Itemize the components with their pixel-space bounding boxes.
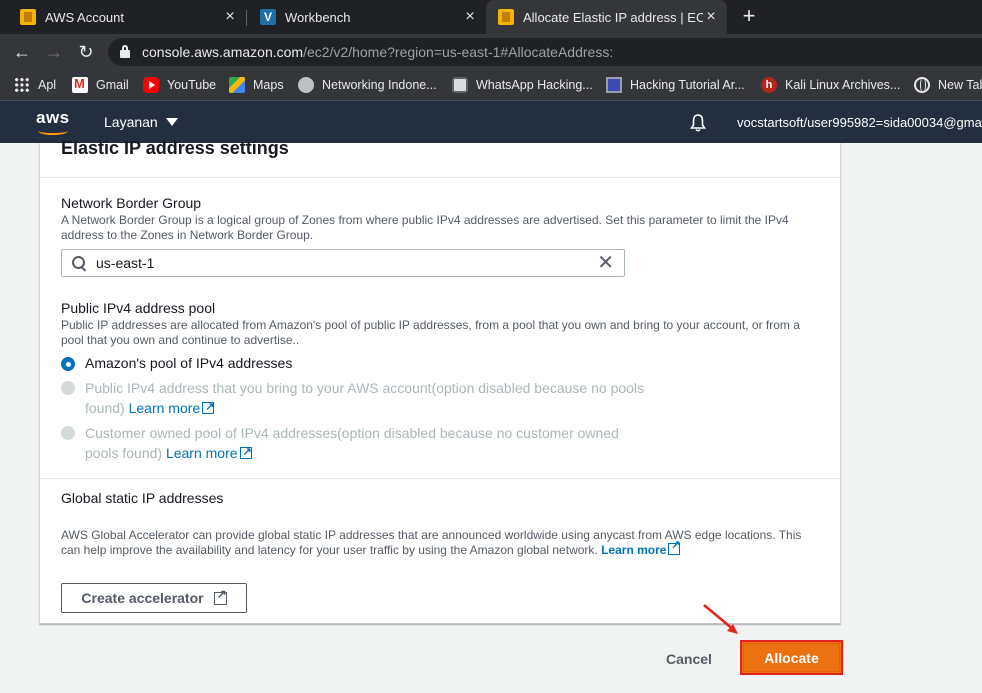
caret-down-icon [165,118,178,126]
learn-more-link[interactable]: Learn more [601,538,681,557]
learn-more-link[interactable]: Learn more [166,442,252,462]
create-accelerator-label: Create accelerator [81,590,204,606]
bookmark-label: Gmail [96,78,129,92]
ipv4-pool-label: Public IPv4 address pool [61,300,216,316]
tab-aws-account[interactable]: AWS Account × [0,0,246,34]
bookmark-apps[interactable]: Apl [14,77,56,93]
ipv4-pool-description: Public IP addresses are allocated from A… [61,318,800,347]
tab-allocate-elastic-ip[interactable]: Allocate Elastic IP address | EC2 M × [486,0,727,34]
elastic-ip-settings-panel: Elastic IP address settings Network Bord… [39,138,841,624]
back-button[interactable]: ← [10,40,34,64]
forward-button[interactable]: → [42,40,66,64]
tab-close-icon[interactable]: × [222,8,238,26]
maps-icon [229,77,245,93]
aws-logo-text: aws [36,108,70,127]
allocate-label: Allocate [743,643,840,672]
external-link-icon [213,587,227,605]
external-link-icon [668,538,681,555]
bookmark-label: New Tab [938,78,982,92]
tab-title: Workbench [285,9,351,25]
tab-title: Allocate Elastic IP address | EC2 M [523,9,703,25]
network-border-group-value: us-east-1 [96,255,155,271]
tab-workbench[interactable]: V Workbench × [240,0,486,34]
youtube-icon [143,77,159,93]
bookmark-networking[interactable]: Networking Indone... [298,77,437,93]
whatsapp-icon [452,77,468,93]
lock-icon [120,45,130,58]
bookmark-label: Hacking Tutorial Ar... [630,78,745,92]
browser-toolbar: ← → ↻ console.aws.amazon.com/ec2/v2/home… [0,34,982,70]
aws-favicon-icon [498,9,514,25]
external-link-icon [202,397,214,417]
red-arrow-annotation-icon [703,604,738,634]
tab-close-icon[interactable]: × [703,8,719,26]
bookmark-label: Apl [38,78,57,92]
bookmark-label: WhatsApp Hacking... [476,78,593,92]
aws-console-header: aws Layanan vocstartsoft/user995982=sida… [0,101,982,143]
bookmark-gmail[interactable]: Gmail [72,76,129,93]
create-accelerator-button[interactable]: Create accelerator [61,583,247,613]
radio-amazon-pool[interactable] [61,357,75,371]
global-static-ip-description: AWS Global Accelerator can provide globa… [61,528,821,558]
external-link-icon [239,442,252,462]
bookmark-label: Networking Indone... [322,78,437,92]
clear-icon[interactable]: ✕ [597,253,614,273]
reload-button[interactable]: ↻ [74,40,98,64]
bookmark-maps[interactable]: Maps [229,77,284,93]
kali-icon: h [761,77,777,93]
bookmark-label: YouTube [167,78,217,92]
services-menu[interactable]: Layanan [104,114,178,130]
cancel-button[interactable]: Cancel [660,646,718,672]
network-border-group-label: Network Border Group [61,195,202,211]
hacking-tutorial-icon [606,77,622,93]
global-static-ip-label: Global static IP addresses [61,490,224,506]
gmail-icon [72,76,88,93]
bookmark-label: Kali Linux Archives... [785,78,901,92]
bookmark-kali[interactable]: h Kali Linux Archives... [761,77,900,93]
network-icon [298,77,314,93]
apps-grid-icon [14,77,30,93]
bookmark-label: Maps [253,78,284,92]
vocareum-favicon-icon: V [260,9,276,25]
address-bar[interactable]: console.aws.amazon.com/ec2/v2/home?regio… [108,38,982,66]
divider [40,478,840,479]
bookmark-youtube[interactable]: YouTube [143,77,216,93]
radio-byoip-pool-label: Public IPv4 address that you bring to yo… [85,378,645,418]
tab-title: AWS Account [45,9,124,25]
aws-favicon-icon [20,9,36,25]
bell-icon[interactable] [690,114,706,132]
bookmark-hacking-tutorial[interactable]: Hacking Tutorial Ar... [606,77,745,93]
radio-customer-owned-pool-label: Customer owned pool of IPv4 addresses(op… [85,423,645,463]
radio-customer-owned-pool[interactable] [61,426,75,440]
aws-smile-icon [38,127,68,135]
search-icon [72,256,86,270]
new-tab-button[interactable]: + [738,5,760,27]
radio-amazon-pool-label[interactable]: Amazon's pool of IPv4 addresses [85,353,645,373]
tab-close-icon[interactable]: × [462,8,478,26]
network-border-group-description: A Network Border Group is a logical grou… [61,213,789,242]
account-menu[interactable]: vocstartsoft/user995982=sida00034@gmail.… [737,115,982,130]
radio-byoip-pool[interactable] [61,381,75,395]
global-static-ip-text: AWS Global Accelerator can provide globa… [61,528,802,557]
bookmark-whatsapp[interactable]: WhatsApp Hacking... [452,77,593,93]
allocate-button[interactable]: Allocate [740,640,843,675]
bookmark-new-tab[interactable]: New Tab [914,77,982,93]
bookmarks-bar: Apl Gmail YouTube Maps Networking Indone… [0,70,982,101]
divider [40,177,840,178]
network-border-group-select[interactable]: us-east-1 ✕ [61,249,625,277]
browser-tab-strip: AWS Account × V Workbench × Allocate Ela… [0,0,982,34]
services-label: Layanan [104,114,158,130]
learn-more-link[interactable]: Learn more [129,397,215,417]
globe-icon [914,77,930,93]
panel-title: Elastic IP address settings [61,138,289,158]
aws-logo[interactable]: aws [36,109,72,135]
url-text: console.aws.amazon.com/ec2/v2/home?regio… [142,44,614,60]
